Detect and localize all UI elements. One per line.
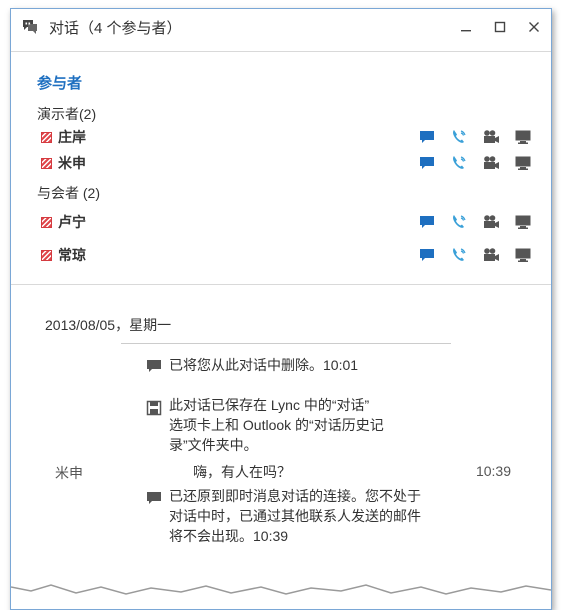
video-icon[interactable] bbox=[481, 212, 501, 232]
message-line: 将不会出现。10:39 bbox=[169, 528, 289, 544]
participant-actions bbox=[417, 212, 533, 232]
phone-icon[interactable] bbox=[449, 212, 469, 232]
participant-row[interactable]: 卢宁 bbox=[37, 210, 533, 234]
participant-name: 卢宁 bbox=[58, 214, 86, 230]
share-screen-icon[interactable] bbox=[513, 127, 533, 147]
video-icon[interactable] bbox=[481, 127, 501, 147]
participant-row[interactable]: 庄岸 bbox=[37, 125, 533, 149]
presence-busy-icon bbox=[41, 157, 52, 169]
phone-icon[interactable] bbox=[449, 153, 469, 173]
window-controls bbox=[449, 10, 551, 44]
conversation-history[interactable]: 2013/08/05，星期一 已将您从此对话中删除。10:01 此对话已保存在 … bbox=[11, 285, 551, 609]
minimize-button[interactable] bbox=[449, 10, 483, 44]
participants-pane: 参与者 演示者(2) 庄岸 米申 与会者 (2) 卢宁 常琼 bbox=[11, 51, 551, 285]
message-line: 已还原到即时消息对话的连接。您不处于 bbox=[169, 488, 421, 504]
video-icon[interactable] bbox=[481, 153, 501, 173]
presence-busy-icon bbox=[41, 249, 52, 261]
phone-icon[interactable] bbox=[449, 245, 469, 265]
im-icon[interactable] bbox=[417, 153, 437, 173]
conversation-window: 对话（4 个参与者） 参与者 演示者(2) 庄岸 米申 与会者 (2) 卢宁 常… bbox=[10, 8, 552, 610]
title-bar: 对话（4 个参与者） bbox=[11, 9, 551, 45]
participant-name: 庄岸 bbox=[58, 129, 86, 145]
share-screen-icon[interactable] bbox=[513, 153, 533, 173]
participant-actions bbox=[417, 245, 533, 265]
share-screen-icon[interactable] bbox=[513, 245, 533, 265]
presenters-group-label: 演示者(2) bbox=[37, 106, 97, 122]
im-icon[interactable] bbox=[417, 245, 437, 265]
message-line: 对话中时，已通过其他联系人发送的邮件 bbox=[169, 508, 421, 524]
participant-row[interactable]: 米申 bbox=[37, 151, 533, 175]
message-line: 录”文件夹中。 bbox=[169, 437, 258, 453]
im-icon[interactable] bbox=[417, 127, 437, 147]
presence-busy-icon bbox=[41, 216, 52, 228]
attendees-group-label: 与会者 (2) bbox=[37, 185, 100, 201]
window-title: 对话（4 个参与者） bbox=[49, 19, 182, 37]
participant-actions bbox=[417, 127, 533, 147]
message-timestamp: 10:39 bbox=[475, 463, 511, 479]
im-icon[interactable] bbox=[417, 212, 437, 232]
save-notice-message: 此对话已保存在 Lync 中的“对话” 选项卡上和 Outlook 的“对话历史… bbox=[169, 395, 384, 455]
presence-busy-icon bbox=[41, 131, 52, 143]
message-line: 此对话已保存在 Lync 中的“对话” bbox=[169, 397, 370, 413]
message-line: 选项卡上和 Outlook 的“对话历史记 bbox=[169, 417, 384, 433]
participants-heading: 参与者 bbox=[37, 75, 83, 92]
im-icon bbox=[147, 360, 161, 372]
close-button[interactable] bbox=[517, 10, 551, 44]
phone-icon[interactable] bbox=[449, 127, 469, 147]
participant-name: 常琼 bbox=[58, 247, 86, 263]
conversation-icon bbox=[21, 17, 41, 37]
conversation-date: 2013/08/05，星期一 bbox=[45, 317, 172, 333]
save-icon bbox=[146, 400, 162, 416]
participant-row[interactable]: 常琼 bbox=[37, 243, 533, 267]
participant-actions bbox=[417, 153, 533, 173]
im-icon bbox=[147, 492, 161, 504]
date-divider bbox=[121, 343, 451, 344]
message-sender: 米申 bbox=[55, 465, 83, 481]
torn-edge bbox=[11, 584, 551, 609]
video-icon[interactable] bbox=[481, 245, 501, 265]
participant-name: 米申 bbox=[58, 155, 86, 171]
chat-message: 嗨，有人在吗？ bbox=[193, 464, 291, 480]
share-screen-icon[interactable] bbox=[513, 212, 533, 232]
reconnect-message: 已还原到即时消息对话的连接。您不处于 对话中时，已通过其他联系人发送的邮件 将不… bbox=[169, 486, 421, 546]
system-message: 已将您从此对话中删除。10:01 bbox=[169, 357, 359, 373]
maximize-button[interactable] bbox=[483, 10, 517, 44]
